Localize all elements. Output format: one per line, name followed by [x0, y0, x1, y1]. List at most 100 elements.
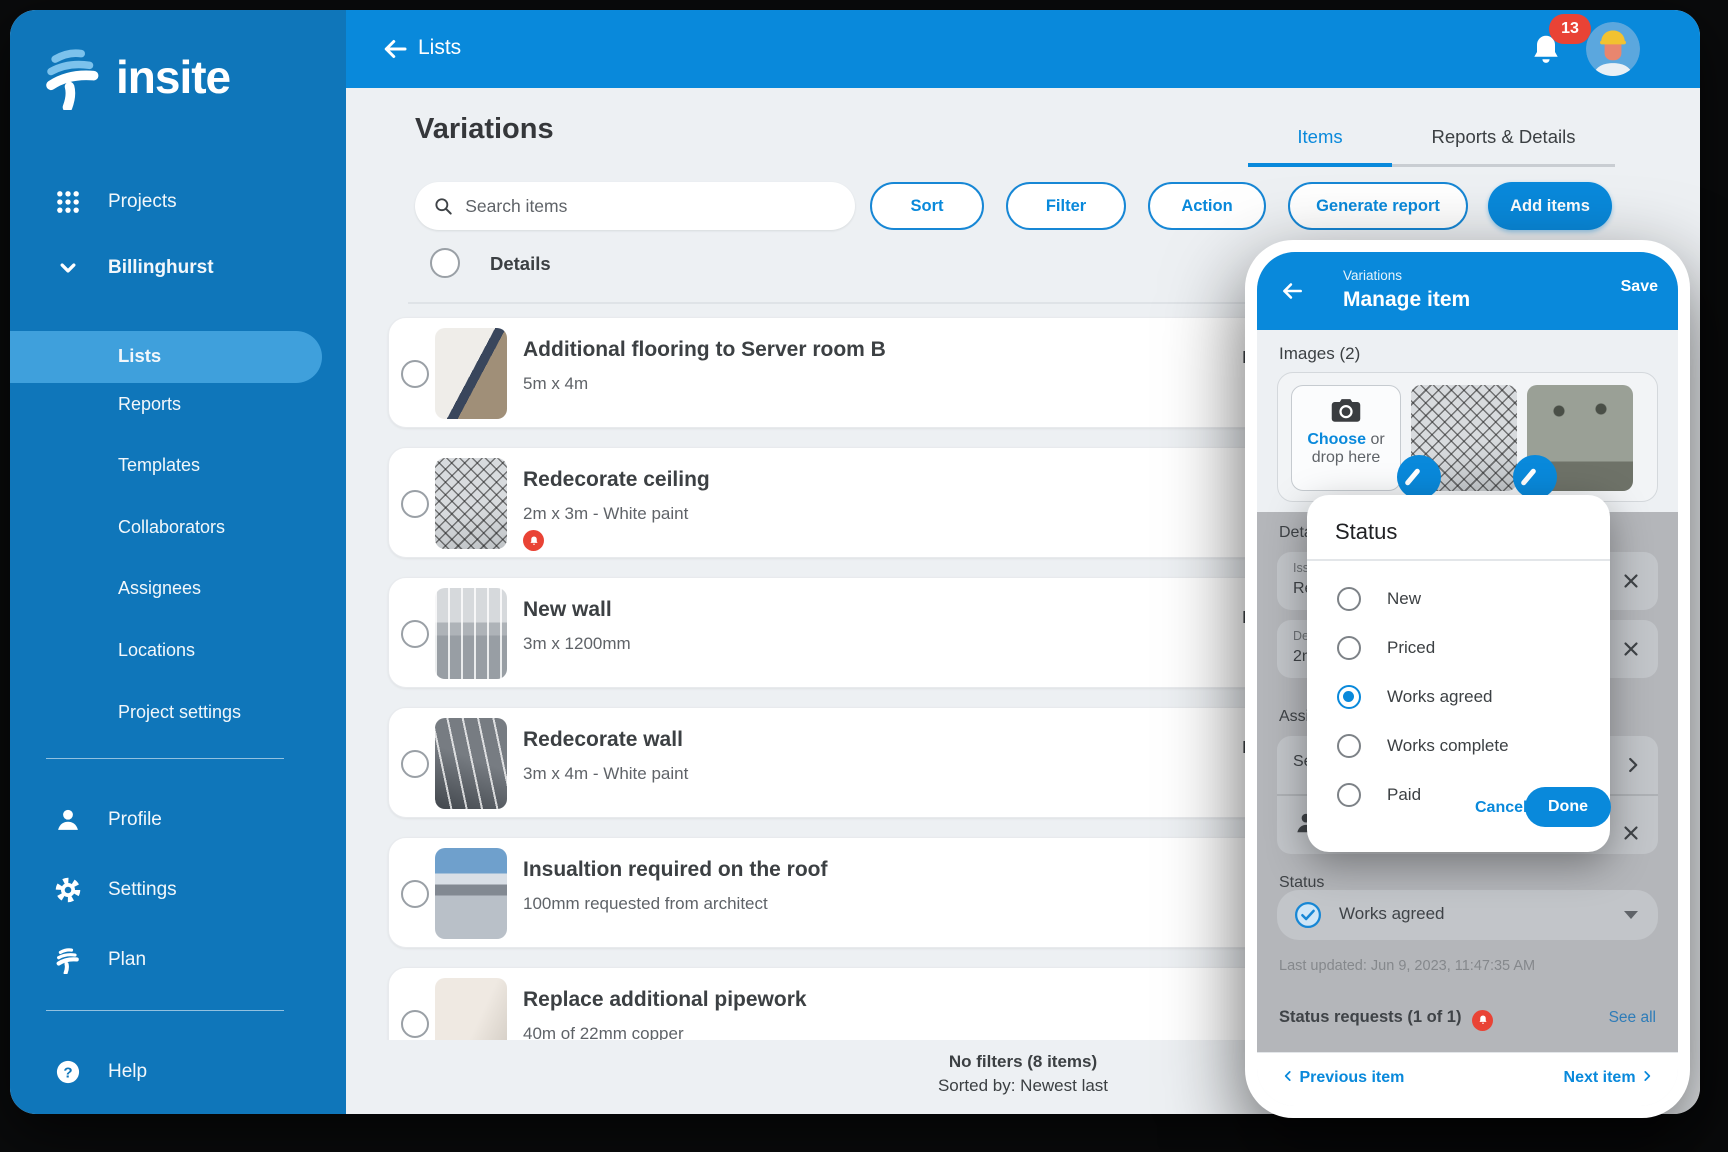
item-checkbox[interactable] — [401, 880, 429, 908]
tab-reports-details[interactable]: Reports & Details — [1392, 126, 1615, 148]
sidebar-item-project-settings[interactable]: Project settings — [118, 702, 241, 723]
radio-selected-icon[interactable] — [1337, 685, 1361, 709]
item-subtitle: 5m x 4m — [523, 374, 588, 394]
next-item-button[interactable]: Next item — [1564, 1069, 1654, 1087]
status-option-works-agreed[interactable]: Works agreed — [1307, 673, 1610, 722]
add-items-button[interactable]: Add items — [1488, 182, 1612, 230]
generate-report-button[interactable]: Generate report — [1288, 182, 1468, 230]
image-thumbnail — [1411, 385, 1517, 491]
radio-icon[interactable] — [1337, 636, 1361, 660]
chevron-down-icon — [54, 254, 82, 282]
choose-link[interactable]: Choose — [1307, 431, 1366, 448]
sidebar-item-label: Lists — [118, 345, 161, 366]
item-checkbox[interactable] — [401, 620, 429, 648]
item-subtitle: 100mm requested from architect — [523, 894, 768, 914]
sidebar-item-collaborators[interactable]: Collaborators — [118, 517, 225, 538]
svg-text:?: ? — [63, 1064, 72, 1081]
sidebar-item-project[interactable]: Billinghurst — [54, 254, 214, 282]
see-all-link[interactable]: See all — [1609, 1009, 1656, 1027]
item-title: Replace additional pipework — [523, 988, 807, 1012]
clear-icon[interactable] — [1620, 570, 1642, 592]
sidebar-item-profile[interactable]: Profile — [54, 806, 162, 834]
done-button[interactable]: Done — [1525, 787, 1611, 827]
sidebar-item-label: Settings — [108, 879, 177, 901]
cancel-button[interactable]: Cancel — [1475, 799, 1527, 817]
tab-items[interactable]: Items — [1248, 126, 1392, 148]
gear-icon — [54, 876, 82, 904]
status-option-priced[interactable]: Priced — [1307, 624, 1610, 673]
phone-overlay: Variations Manage item Save Images (2) C… — [1245, 240, 1690, 1118]
clear-icon[interactable] — [1620, 822, 1642, 844]
sidebar-item-label: Plan — [108, 949, 146, 971]
item-thumbnail — [435, 458, 507, 549]
item-subtitle: 3m x 1200mm — [523, 634, 631, 654]
status-option-new[interactable]: New — [1307, 575, 1610, 624]
item-checkbox[interactable] — [401, 490, 429, 518]
plan-logo-icon — [54, 946, 82, 974]
previous-item-button[interactable]: Previous item — [1281, 1069, 1404, 1087]
status-dropdown-value: Works agreed — [1339, 904, 1445, 924]
insite-logo-icon — [40, 44, 106, 110]
item-title: Redecorate wall — [523, 728, 683, 752]
sidebar-item-assignees[interactable]: Assignees — [118, 578, 201, 599]
item-checkbox[interactable] — [401, 1010, 429, 1038]
filter-button[interactable]: Filter — [1006, 182, 1126, 230]
image-upload-dropzone[interactable]: Choose or drop here — [1291, 385, 1401, 491]
check-circle-icon — [1293, 900, 1323, 930]
app-logo: insite — [40, 44, 230, 110]
radio-icon[interactable] — [1337, 734, 1361, 758]
back-arrow-icon[interactable] — [380, 34, 410, 64]
sidebar-item-lists-selected[interactable]: Lists — [10, 331, 322, 383]
project-name: Billinghurst — [108, 257, 214, 279]
divider — [1307, 559, 1610, 561]
avatar[interactable] — [1586, 22, 1640, 76]
sidebar-item-projects[interactable]: Projects — [54, 188, 177, 216]
page-title: Lists — [418, 36, 461, 60]
breadcrumb: Variations — [1343, 268, 1402, 283]
help-icon: ? — [54, 1058, 82, 1086]
camera-icon — [1331, 398, 1361, 424]
search-input[interactable] — [465, 196, 837, 217]
status-modal: Status New Priced Works agreed Works com… — [1307, 495, 1610, 852]
phone-screen: Variations Manage item Save Images (2) C… — [1257, 252, 1678, 1106]
item-thumbnail — [435, 328, 507, 419]
status-dropdown[interactable]: Works agreed — [1277, 890, 1658, 940]
clear-icon[interactable] — [1620, 638, 1642, 660]
sidebar-item-plan[interactable]: Plan — [54, 946, 146, 974]
sort-button[interactable]: Sort — [870, 182, 984, 230]
chevron-right-icon — [1640, 1069, 1654, 1083]
radio-icon[interactable] — [1337, 587, 1361, 611]
status-requests-label: Status requests (1 of 1) — [1279, 1008, 1493, 1031]
select-all-checkbox[interactable] — [430, 248, 460, 278]
radio-icon[interactable] — [1337, 783, 1361, 807]
item-checkbox[interactable] — [401, 360, 429, 388]
image-thumbnail — [1527, 385, 1633, 491]
sidebar-item-reports[interactable]: Reports — [118, 394, 181, 415]
grid-icon — [54, 188, 82, 216]
save-button[interactable]: Save — [1621, 278, 1658, 296]
item-checkbox[interactable] — [401, 750, 429, 778]
sidebar-item-label: Projects — [108, 191, 177, 213]
edit-image-button[interactable] — [1513, 455, 1557, 499]
sidebar-item-settings[interactable]: Settings — [54, 876, 177, 904]
person-icon — [54, 806, 82, 834]
images-section-label: Images (2) — [1279, 344, 1360, 364]
chevron-left-icon — [1281, 1069, 1295, 1083]
sidebar-item-help[interactable]: ? Help — [54, 1058, 147, 1086]
drop-here-label: drop here — [1292, 449, 1400, 467]
notification-badge: 13 — [1549, 14, 1591, 44]
item-subtitle: 2m x 3m - White paint — [523, 504, 688, 524]
chevron-right-icon[interactable] — [1622, 754, 1644, 776]
topbar: Lists 13 — [346, 10, 1700, 88]
action-button[interactable]: Action — [1148, 182, 1266, 230]
item-title: Insualtion required on the roof — [523, 858, 828, 882]
edit-image-button[interactable] — [1397, 455, 1441, 499]
sidebar-divider — [46, 1010, 284, 1011]
sidebar-item-templates[interactable]: Templates — [118, 455, 200, 476]
search-icon — [433, 195, 453, 217]
status-option-works-complete[interactable]: Works complete — [1307, 722, 1610, 771]
images-card: Choose or drop here — [1277, 372, 1658, 502]
sidebar-item-locations[interactable]: Locations — [118, 640, 195, 661]
phone-page-title: Manage item — [1343, 288, 1470, 312]
back-arrow-icon[interactable] — [1279, 278, 1305, 304]
